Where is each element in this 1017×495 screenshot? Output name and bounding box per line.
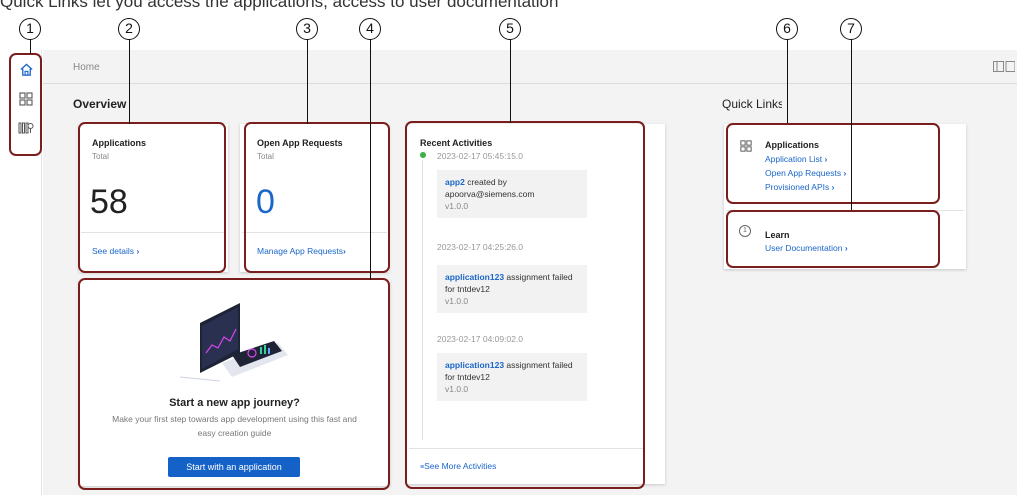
overview-title: Overview — [73, 97, 127, 111]
api-icon[interactable] — [17, 119, 35, 137]
quick-links-title: Quick Links — [722, 97, 782, 111]
activity-time: 2023-02-17 05:45:15.0 — [437, 151, 524, 161]
callout-7: 7 — [840, 18, 862, 40]
open-requests-title: Open App Requests — [257, 138, 343, 148]
divider — [726, 210, 964, 211]
callout-leader — [787, 39, 788, 123]
applications-count: 58 — [90, 183, 128, 221]
panel-icon[interactable] — [993, 60, 1016, 78]
open-requests-count: 0 — [256, 183, 275, 221]
activity-time: 2023-02-17 04:09:02.0 — [437, 334, 524, 344]
start-with-application-button[interactable]: Start with an application — [168, 457, 300, 477]
status-dot — [420, 152, 426, 158]
see-details-link[interactable]: See details › — [92, 246, 139, 256]
callout-4: 4 — [359, 18, 381, 40]
activity-item: application123 assignment failed for tnt… — [437, 265, 587, 313]
divider — [242, 232, 387, 233]
figure-caption: Quick Links let you access the applicati… — [0, 0, 559, 11]
manage-app-requests-link[interactable]: Manage App Requests› — [257, 246, 346, 256]
callout-1: 1 — [19, 18, 41, 40]
open-app-requests-link[interactable]: Open App Requests › — [765, 168, 846, 178]
info-icon: 1 — [739, 225, 751, 237]
grid-icon — [740, 139, 752, 157]
callout-6: 6 — [776, 18, 798, 40]
sidebar — [8, 50, 42, 495]
divider — [409, 448, 643, 449]
provisioned-apis-link[interactable]: Provisioned APIs › — [765, 182, 834, 192]
quick-links-applications-title: Applications — [765, 140, 820, 150]
divider — [81, 232, 226, 233]
breadcrumb[interactable]: Home — [73, 62, 100, 73]
journey-desc-line2: easy creation guide — [197, 428, 272, 438]
callout-leader — [510, 39, 511, 123]
user-documentation-link[interactable]: User Documentation › — [765, 243, 848, 253]
activity-app-link[interactable]: application123 — [445, 272, 504, 282]
applications-total-label: Total — [92, 152, 109, 161]
home-icon[interactable] — [17, 60, 35, 78]
callout-3: 3 — [296, 18, 318, 40]
activity-time: 2023-02-17 04:25:26.0 — [437, 242, 524, 252]
applications-card-title: Applications — [92, 138, 147, 148]
callout-leader — [370, 39, 371, 280]
callout-leader — [851, 39, 852, 210]
activity-app-link[interactable]: application123 — [445, 360, 504, 370]
activity-item: app2 created by apoorva@siemens.com v1.0… — [437, 170, 587, 218]
grid-icon[interactable] — [17, 90, 35, 108]
top-bar — [43, 50, 1017, 84]
see-more-activities-link[interactable]: ≡See More Activities — [420, 461, 496, 471]
callout-5: 5 — [499, 18, 521, 40]
journey-title: Start a new app journey? — [169, 397, 300, 409]
learn-title: Learn — [765, 230, 790, 240]
activity-app-link[interactable]: app2 — [445, 177, 465, 187]
callout-leader — [129, 39, 130, 124]
timeline-line — [422, 160, 423, 440]
callout-2: 2 — [118, 18, 140, 40]
app-journey-illustration — [160, 293, 300, 387]
application-list-link[interactable]: Application List › — [765, 154, 827, 164]
journey-desc-line1: Make your first step towards app develop… — [112, 414, 357, 424]
callout-leader — [307, 39, 308, 124]
activity-item: application123 assignment failed for tnt… — [437, 353, 587, 401]
callout-leader — [30, 39, 31, 54]
open-requests-total-label: Total — [257, 152, 274, 161]
recent-activities-title: Recent Activities — [420, 138, 493, 148]
